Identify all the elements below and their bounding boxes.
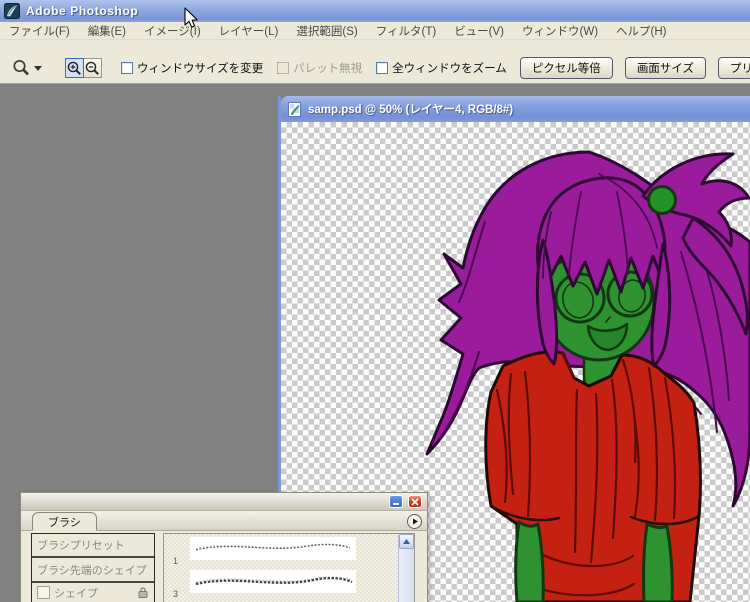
- palette-titlebar[interactable]: [21, 493, 427, 511]
- padlock-icon[interactable]: [138, 587, 148, 598]
- print-size-button[interactable]: プリントサイズ: [717, 57, 750, 79]
- hair-bobble: [647, 185, 677, 215]
- workspace: samp.psd @ 50% (レイヤー4, RGB/8#) ブラシ ブラシプリ…: [0, 84, 750, 602]
- arm-left: [514, 520, 545, 602]
- shape-dynamics-checkbox[interactable]: [37, 586, 50, 599]
- brush-preset-1[interactable]: 1: [164, 534, 414, 567]
- palette-tab-row: ブラシ: [21, 511, 427, 531]
- fit-screen-button[interactable]: 画面サイズ: [624, 57, 706, 79]
- brush-stroke-preview: [190, 537, 356, 560]
- tab-brushes[interactable]: ブラシ: [32, 512, 97, 531]
- menu-window[interactable]: ウィンドウ(W): [513, 23, 607, 39]
- arrow-cursor: [184, 7, 198, 28]
- section-shape-dynamics[interactable]: シェイプ: [32, 583, 154, 602]
- document-titlebar[interactable]: samp.psd @ 50% (レイヤー4, RGB/8#): [281, 96, 750, 122]
- resize-windows-checkbox[interactable]: [121, 62, 133, 74]
- menu-edit[interactable]: 編集(E): [79, 23, 135, 39]
- menu-view[interactable]: ビュー(V): [445, 23, 513, 39]
- brush-size-label: 3: [173, 589, 179, 599]
- arm-right: [641, 522, 674, 602]
- zoom-all-windows-checkbox[interactable]: [376, 62, 389, 74]
- brushes-palette: ブラシ ブラシプリセット ブラシ先端のシェイプ シェイプ 1 3: [20, 492, 428, 602]
- menu-bar: ファイル(F) 編集(E) イメージ(I) レイヤー(L) 選択範囲(S) フィ…: [0, 22, 750, 40]
- brush-sections-list: ブラシプリセット ブラシ先端のシェイプ シェイプ: [31, 533, 155, 602]
- ignore-palettes-label: パレット無視: [293, 63, 363, 75]
- tool-options-bar: ウィンドウサイズを変更 パレット無視 全ウィンドウをズーム ピクセル等倍 画面サ…: [0, 40, 750, 84]
- zoom-all-windows-label: 全ウィンドウをズーム: [392, 63, 507, 75]
- document-title: samp.psd @ 50% (レイヤー4, RGB/8#): [308, 104, 514, 116]
- psd-document-icon[interactable]: [288, 101, 302, 117]
- menu-select[interactable]: 選択範囲(S): [287, 23, 366, 39]
- menu-help[interactable]: ヘルプ(H): [607, 23, 675, 39]
- scrollbar[interactable]: [398, 534, 414, 602]
- magnifier-icon: [13, 59, 29, 76]
- brush-preset-list: 1 3: [163, 533, 415, 602]
- close-icon: [411, 497, 419, 506]
- zoom-tool-preset[interactable]: [8, 57, 45, 79]
- resize-windows-label: ウィンドウサイズを変更: [137, 63, 264, 75]
- palette-body: ブラシプリセット ブラシ先端のシェイプ シェイプ 1 3: [21, 531, 427, 602]
- palette-menu-button[interactable]: [407, 514, 422, 529]
- brush-size-label: 1: [173, 556, 179, 566]
- circle-right-arrow-icon: [412, 518, 418, 525]
- chevron-down-icon[interactable]: [34, 65, 42, 71]
- ignore-palettes-checkbox: [277, 62, 290, 74]
- section-brush-tip-shape[interactable]: ブラシ先端のシェイプ: [32, 558, 154, 583]
- screen: Adobe Photoshop ファイル(F) 編集(E) イメージ(I) レイ…: [0, 0, 750, 602]
- menu-layer[interactable]: レイヤー(L): [210, 23, 288, 39]
- app-title: Adobe Photoshop: [26, 4, 139, 18]
- minimize-button[interactable]: [389, 495, 403, 508]
- magnifier-minus-icon: [85, 61, 99, 75]
- magnifier-plus-icon: [67, 61, 81, 75]
- brush-preset-2[interactable]: 3: [164, 567, 414, 600]
- chevron-up-icon: [403, 539, 410, 544]
- zoom-out-button[interactable]: [84, 58, 102, 78]
- brush-stroke-preview: [190, 570, 356, 593]
- menu-filter[interactable]: フィルタ(T): [367, 23, 445, 39]
- app-titlebar[interactable]: Adobe Photoshop: [0, 0, 750, 22]
- scroll-up-button[interactable]: [399, 534, 414, 549]
- photoshop-app-icon[interactable]: [4, 3, 20, 19]
- actual-pixels-button[interactable]: ピクセル等倍: [519, 57, 613, 79]
- close-button[interactable]: [408, 495, 422, 508]
- section-brush-presets[interactable]: ブラシプリセット: [32, 534, 154, 558]
- menu-file[interactable]: ファイル(F): [0, 23, 79, 39]
- zoom-in-button[interactable]: [65, 58, 84, 78]
